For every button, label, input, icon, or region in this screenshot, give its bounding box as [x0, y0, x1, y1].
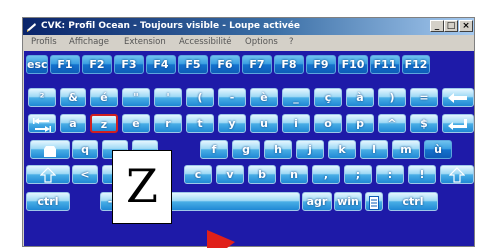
key[interactable]: ^	[378, 114, 406, 133]
key[interactable]: esc	[26, 55, 48, 74]
key-tab[interactable]	[28, 114, 56, 133]
key-caps-lock[interactable]	[30, 140, 70, 159]
key[interactable]: F5	[178, 55, 208, 74]
key[interactable]: F7	[242, 55, 272, 74]
key[interactable]: ;	[344, 165, 372, 184]
key[interactable]: o	[314, 114, 342, 133]
key[interactable]: r	[154, 114, 182, 133]
key[interactable]: v	[216, 165, 244, 184]
caps-lock-icon	[44, 146, 56, 157]
key[interactable]: f	[200, 140, 228, 159]
key[interactable]: F2	[82, 55, 112, 74]
magnifier-lens: Z	[112, 150, 172, 224]
enter-icon	[448, 119, 467, 130]
key-shift-right[interactable]	[440, 165, 474, 184]
shift-right-icon	[449, 167, 465, 183]
key[interactable]: ,	[312, 165, 340, 184]
key[interactable]: F6	[210, 55, 240, 74]
key[interactable]: F3	[114, 55, 144, 74]
cvk-window: CVK: Profil Ocean - Toujours visible - L…	[22, 17, 475, 247]
key[interactable]: win	[334, 192, 362, 211]
key-shift-left[interactable]	[26, 165, 70, 184]
key[interactable]: g	[232, 140, 260, 159]
key[interactable]: <	[72, 165, 98, 184]
close-button[interactable]: ×	[459, 20, 473, 32]
menu-key-icon	[369, 196, 379, 210]
key[interactable]: u	[250, 114, 278, 133]
backspace-icon	[448, 93, 467, 103]
key[interactable]: l	[360, 140, 388, 159]
key[interactable]: F9	[306, 55, 336, 74]
key[interactable]: F1	[50, 55, 80, 74]
key[interactable]: i	[282, 114, 310, 133]
app-icon	[27, 23, 36, 32]
key[interactable]: ç	[314, 88, 342, 107]
key[interactable]: e	[122, 114, 150, 133]
key[interactable]: k	[328, 140, 356, 159]
key[interactable]: "	[122, 88, 150, 107]
key[interactable]: '	[154, 88, 182, 107]
key[interactable]	[150, 192, 300, 211]
menu-accessibilite[interactable]: Accessibilité	[179, 35, 232, 49]
key[interactable]: (	[186, 88, 214, 107]
key[interactable]: n	[280, 165, 308, 184]
key[interactable]: q	[72, 140, 98, 159]
key[interactable]: y	[218, 114, 246, 133]
key[interactable]: ctrl	[388, 192, 438, 211]
virtual-keyboard: esc F1 F2 F3 F4 F5 F6 F7 F8 F9 F10 F11 F12 ² & é " '(- è _ ç…	[24, 51, 474, 246]
key[interactable]: h	[264, 140, 292, 159]
key[interactable]: !	[408, 165, 436, 184]
key-enter[interactable]	[442, 114, 474, 133]
key[interactable]: F12	[402, 55, 430, 74]
key[interactable]: F4	[146, 55, 176, 74]
window-title: CVK: Profil Ocean - Toujours visible - L…	[41, 21, 300, 31]
key[interactable]: F10	[338, 55, 368, 74]
maximize-button[interactable]: □	[444, 20, 458, 32]
key[interactable]: _	[282, 88, 310, 107]
key[interactable]: à	[346, 88, 374, 107]
menu-affichage[interactable]: Affichage	[69, 35, 109, 49]
key[interactable]: &	[60, 88, 86, 107]
key[interactable]: t	[186, 114, 214, 133]
key[interactable]: -	[218, 88, 246, 107]
key[interactable]: F8	[274, 55, 304, 74]
key[interactable]: é	[90, 88, 118, 107]
menu-extension[interactable]: Extension	[124, 35, 166, 49]
key[interactable]: è	[250, 88, 278, 107]
minimize-button[interactable]: _	[430, 20, 444, 32]
key[interactable]: b	[248, 165, 276, 184]
key[interactable]: ²	[28, 88, 56, 107]
key[interactable]: z	[90, 114, 118, 133]
key-menu-key[interactable]	[365, 192, 383, 211]
key[interactable]: =	[410, 88, 438, 107]
key[interactable]: ctrl	[26, 192, 70, 211]
key[interactable]: j	[296, 140, 324, 159]
key-backspace[interactable]	[442, 88, 474, 107]
magnified-letter: Z	[126, 159, 158, 213]
menu-profils[interactable]: Profils	[31, 35, 57, 49]
menu-help[interactable]: ?	[289, 35, 294, 49]
title-bar[interactable]: CVK: Profil Ocean - Toujours visible - L…	[23, 18, 474, 35]
key[interactable]: $	[410, 114, 438, 133]
key[interactable]: m	[392, 140, 420, 159]
menu-options[interactable]: Options	[245, 35, 278, 49]
menu-bar: Profils Affichage Extension Accessibilit…	[23, 35, 474, 49]
key[interactable]: :	[376, 165, 404, 184]
tab-icon	[33, 118, 51, 132]
pointer-arrow-icon	[207, 230, 235, 248]
key[interactable]: F11	[370, 55, 400, 74]
shift-left-icon	[40, 167, 56, 183]
key[interactable]: a	[60, 114, 86, 133]
key[interactable]: c	[184, 165, 212, 184]
key[interactable]: )	[378, 88, 406, 107]
key[interactable]: p	[346, 114, 374, 133]
key[interactable]: agr	[302, 192, 332, 211]
key[interactable]: ù	[424, 140, 452, 159]
